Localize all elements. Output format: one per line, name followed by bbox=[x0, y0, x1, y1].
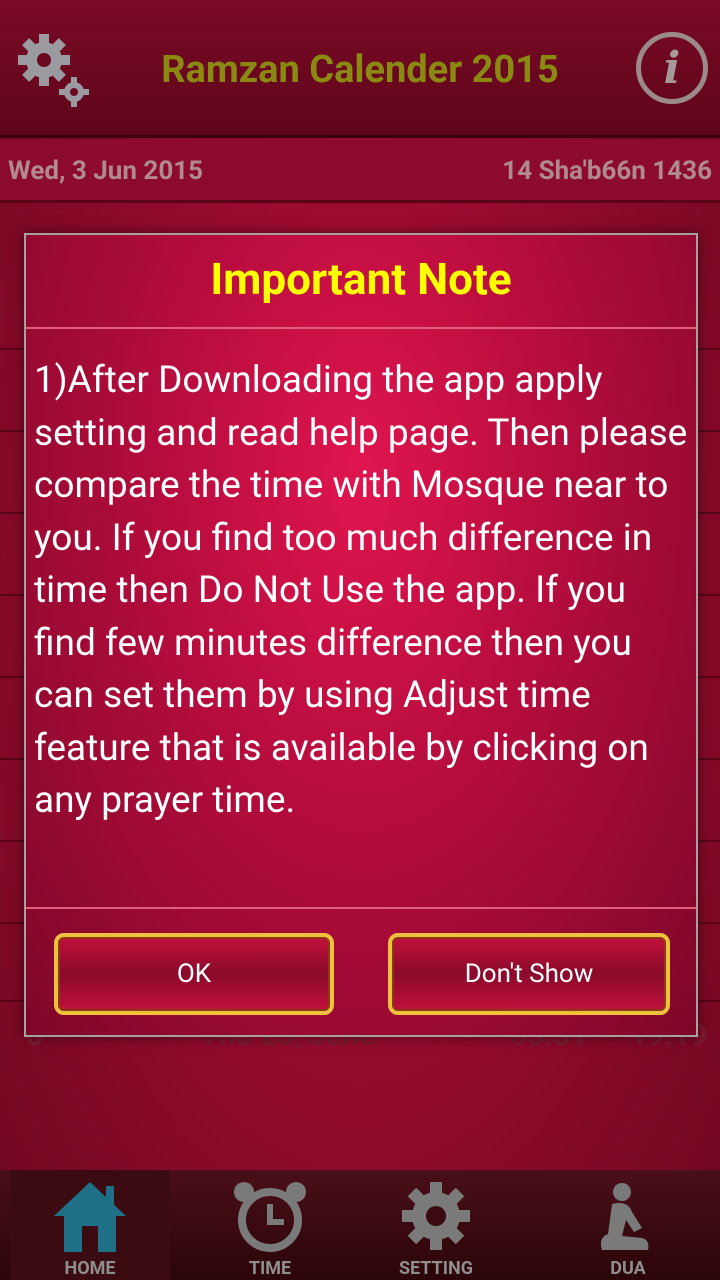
dialog-message: 1)After Downloading the app apply settin… bbox=[34, 359, 688, 822]
home-icon bbox=[54, 1182, 126, 1252]
bottom-navigation: HOME TIME SETTING DUA bbox=[0, 1170, 720, 1280]
important-note-dialog: Important Note 1)After Downloading the a… bbox=[24, 233, 698, 1037]
nav-time[interactable]: TIME bbox=[190, 1170, 350, 1280]
gregorian-date: Wed, 3 Jun 2015 bbox=[8, 156, 204, 186]
app-title: Ramzan Calender 2015 bbox=[161, 48, 559, 92]
dialog-divider bbox=[26, 907, 696, 909]
nav-dua[interactable]: DUA bbox=[548, 1170, 708, 1280]
info-icon[interactable]: i bbox=[636, 32, 708, 104]
gear-icon bbox=[402, 1182, 470, 1250]
nav-label: SETTING bbox=[398, 1258, 474, 1279]
nav-setting[interactable]: SETTING bbox=[356, 1170, 516, 1280]
app-header: Ramzan Calender 2015 i bbox=[0, 0, 720, 138]
nav-label: TIME bbox=[248, 1258, 292, 1279]
hijri-date: 14 Sha'b66n 1436 bbox=[502, 156, 712, 186]
nav-label: DUA bbox=[610, 1258, 646, 1279]
praying-person-icon bbox=[600, 1183, 649, 1250]
dialog-title: Important Note bbox=[210, 253, 512, 305]
ok-button[interactable]: OK bbox=[54, 933, 334, 1015]
nav-label: HOME bbox=[64, 1258, 116, 1279]
date-bar: Wed, 3 Jun 2015 14 Sha'b66n 1436 bbox=[0, 140, 720, 203]
dialog-divider bbox=[26, 327, 696, 329]
alarm-clock-icon bbox=[234, 1182, 306, 1252]
dont-show-button[interactable]: Don't Show bbox=[388, 933, 670, 1015]
nav-home[interactable]: HOME bbox=[10, 1170, 170, 1280]
